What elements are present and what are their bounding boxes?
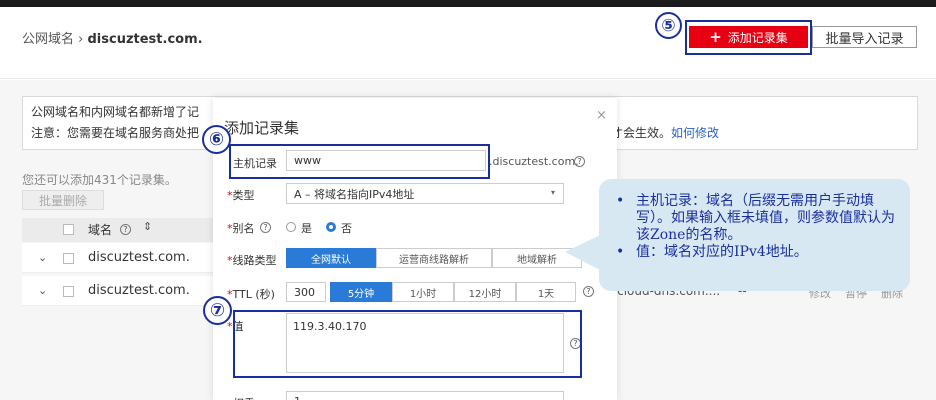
type-select[interactable]: A – 将域名指向IPv4地址 ▾ [286, 183, 564, 204]
alias-label: *别名 [227, 222, 255, 235]
notice-line-1: 公网域名和内网域名都新增了记 [31, 105, 200, 119]
annotation-highlight-add-button [685, 20, 812, 55]
alias-no-label: 否 [341, 222, 352, 235]
type-label-text: 类型 [232, 189, 255, 202]
callout-item-text: 值：域名对应的IPv4地址。 [636, 244, 808, 260]
help-icon[interactable]: ? [583, 286, 594, 297]
type-label: *类型 [227, 189, 255, 202]
ttl-option-1d[interactable]: 1天 [516, 282, 576, 302]
breadcrumb-current: discuztest.com. [87, 32, 203, 47]
row-domain[interactable]: discuztest.com. [88, 250, 190, 265]
line-type-label: *线路类型 [227, 254, 277, 267]
line-type-label-text: 线路类型 [232, 254, 277, 267]
help-icon[interactable]: ? [120, 224, 131, 235]
line-option-default[interactable]: 全网默认 [286, 248, 376, 268]
row-checkbox[interactable] [63, 286, 74, 297]
dialog-title: 添加记录集 [224, 119, 300, 137]
chevron-down-icon[interactable]: ⌄ [38, 251, 47, 264]
alias-no-radio[interactable] [326, 222, 336, 232]
help-icon[interactable]: ? [574, 156, 585, 167]
top-bar [0, 0, 936, 7]
dropdown-arrow-icon: ▾ [550, 188, 555, 197]
weight-label: 权重 [233, 395, 255, 400]
help-icon[interactable]: ? [260, 222, 271, 233]
row-checkbox[interactable] [63, 253, 74, 264]
host-suffix-text: .discuztest.com. [489, 155, 579, 168]
notice-right-text: 才会生效。如何修改 [611, 124, 719, 141]
line-option-carrier[interactable]: 运营商线路解析 [376, 248, 492, 268]
row-domain[interactable]: discuztest.com. [88, 283, 190, 298]
breadcrumb: 公网域名 › discuztest.com. [22, 28, 203, 47]
annotation-number-7: ⑦ [203, 296, 232, 325]
callout-item: • 主机记录：域名（后缀无需用户手动填写）。如果输入框未填值，则参数值默认为该Z… [616, 193, 906, 244]
breadcrumb-separator: › [78, 32, 84, 47]
close-icon[interactable]: × [596, 108, 607, 123]
annotation-number-6: ⑥ [202, 125, 231, 154]
ttl-option-12h[interactable]: 12小时 [454, 282, 516, 302]
ttl-option-1h[interactable]: 1小时 [392, 282, 454, 302]
breadcrumb-root[interactable]: 公网域名 [22, 32, 74, 47]
notice-line-2: 注意：您需要在域名服务商处把 [31, 124, 199, 141]
callout-item-text: 主机记录：域名（后缀无需用户手动填写）。如果输入框未填值，则参数值默认为该Zon… [636, 193, 895, 243]
bullet-icon: • [616, 244, 625, 260]
batch-import-button[interactable]: 批量导入记录 [812, 26, 917, 48]
alias-yes-radio[interactable] [286, 222, 296, 232]
type-select-value: A – 将域名指向IPv4地址 [294, 187, 415, 201]
sort-icon[interactable]: ⇕ [143, 220, 152, 233]
annotation-highlight-value [233, 310, 582, 378]
ttl-label-text: TTL (秒) [232, 288, 275, 301]
annotation-highlight-host-record [229, 144, 490, 179]
annotation-number-5: ⑤ [655, 12, 682, 39]
batch-delete-button[interactable]: 批量删除 [22, 190, 104, 210]
quota-text: 您还可以添加431个记录集。 [22, 173, 177, 187]
how-to-modify-link[interactable]: 如何修改 [671, 126, 719, 140]
callout-text: • 主机记录：域名（后缀无需用户手动填写）。如果输入框未填值，则参数值默认为该Z… [616, 193, 906, 261]
alias-label-text: 别名 [232, 222, 255, 235]
ttl-input[interactable]: 300 [286, 282, 326, 302]
notice-line-2-text: 注意：您需要在域名服务商处 [31, 126, 188, 140]
alias-yes-label: 是 [301, 222, 312, 235]
ttl-label: *TTL (秒) [227, 288, 275, 301]
select-all-checkbox[interactable] [63, 224, 74, 235]
column-header-domain[interactable]: 域名 [88, 221, 112, 238]
ttl-option-5min[interactable]: 5分钟 [330, 282, 392, 302]
chevron-down-icon[interactable]: ⌄ [38, 284, 47, 297]
notice-effective-text: 才会生效。 [611, 126, 672, 140]
callout-item: • 值：域名对应的IPv4地址。 [616, 244, 906, 261]
bullet-icon: • [616, 193, 625, 209]
notice-line-2-tail: 把 [187, 126, 200, 140]
weight-input[interactable]: 1 [286, 391, 564, 400]
